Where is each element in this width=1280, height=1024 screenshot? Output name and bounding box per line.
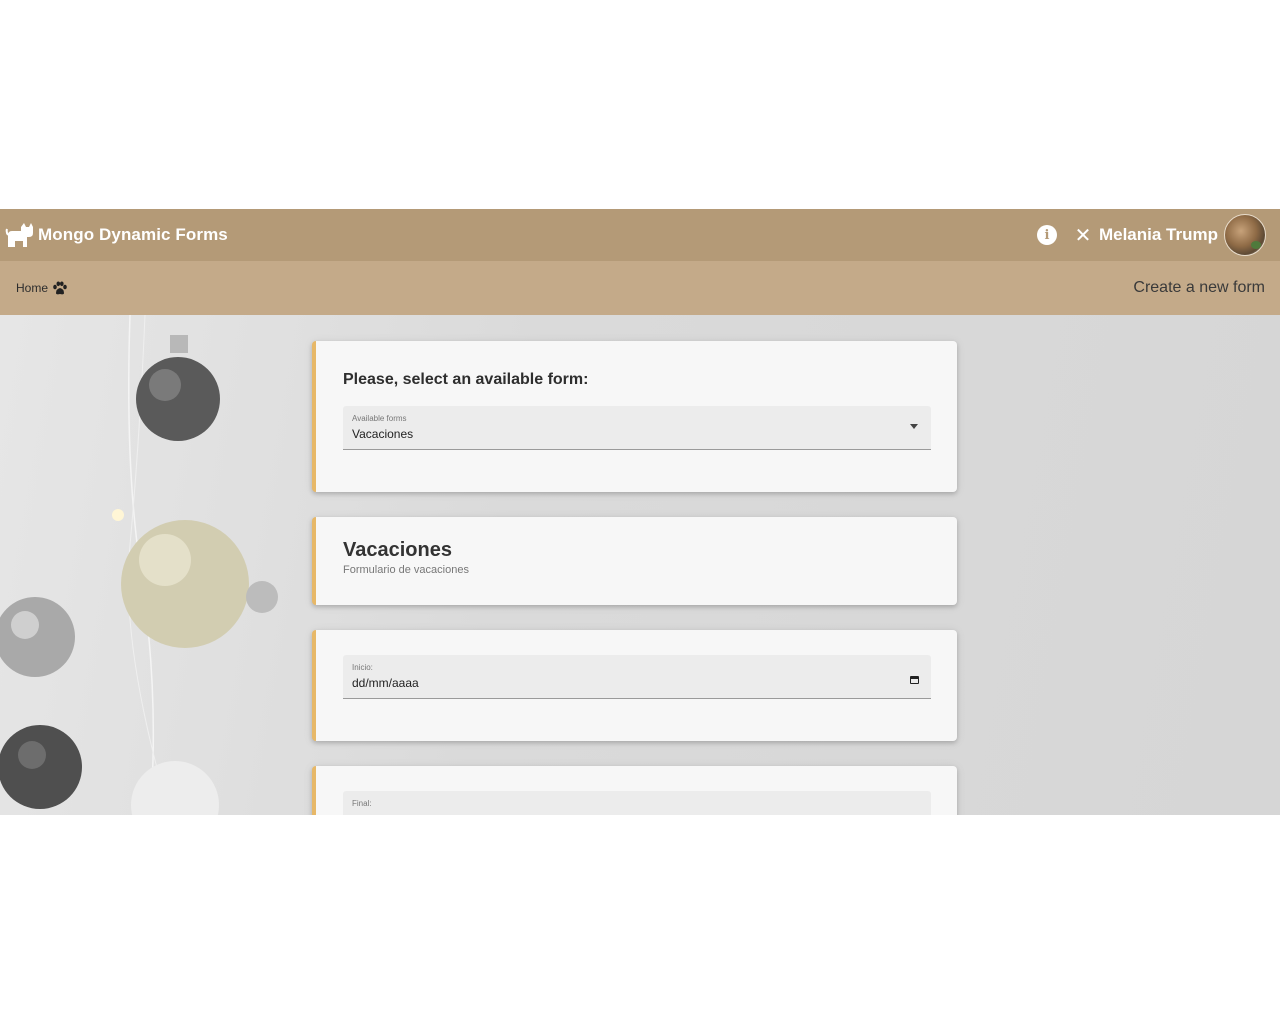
form-title: Vacaciones [343,539,452,561]
cat-icon [4,220,36,250]
close-icon[interactable]: ✕ [1073,225,1093,247]
available-forms-label: Available forms [352,414,407,423]
form-description: Formulario de vacaciones [343,564,469,576]
start-date-card: Inicio: dd/mm/aaaa [312,630,957,741]
top-actions: i ✕ Melania Trump [1036,214,1266,256]
form-title-card: Vacaciones Formulario de vacaciones [312,517,957,605]
available-forms-select[interactable]: Available forms Vacaciones [343,406,931,450]
app-title: Mongo Dynamic Forms [38,225,228,244]
calendar-icon[interactable] [910,676,919,684]
paw-icon [52,281,68,296]
top-app-bar: Mongo Dynamic Forms i ✕ Melania Trump [0,209,1280,261]
start-date-field[interactable]: Inicio: dd/mm/aaaa [343,655,931,699]
chevron-down-icon [910,424,918,429]
create-new-form-link[interactable]: Create a new form [1133,279,1265,297]
start-date-placeholder: dd/mm/aaaa [352,676,419,690]
breadcrumb-bar: Home Create a new form [0,261,1280,315]
end-date-field[interactable]: Final: [343,791,931,815]
brand[interactable]: Mongo Dynamic Forms [4,220,228,250]
breadcrumb[interactable]: Home [16,281,68,296]
main-content: Please, select an available form: Availa… [0,315,1280,815]
app-window: Mongo Dynamic Forms i ✕ Melania Trump Ho… [0,209,1280,815]
end-date-card: Final: [312,766,957,815]
select-form-card: Please, select an available form: Availa… [312,341,957,492]
user-name[interactable]: Melania Trump [1099,225,1218,245]
start-date-label: Inicio: [352,663,373,672]
avatar[interactable] [1224,214,1266,256]
christmas-ornaments-background [0,315,278,815]
select-form-heading: Please, select an available form: [343,371,589,388]
end-date-label: Final: [352,799,372,808]
available-forms-value: Vacaciones [352,427,414,441]
info-icon[interactable]: i [1036,225,1057,245]
breadcrumb-home[interactable]: Home [16,281,48,295]
